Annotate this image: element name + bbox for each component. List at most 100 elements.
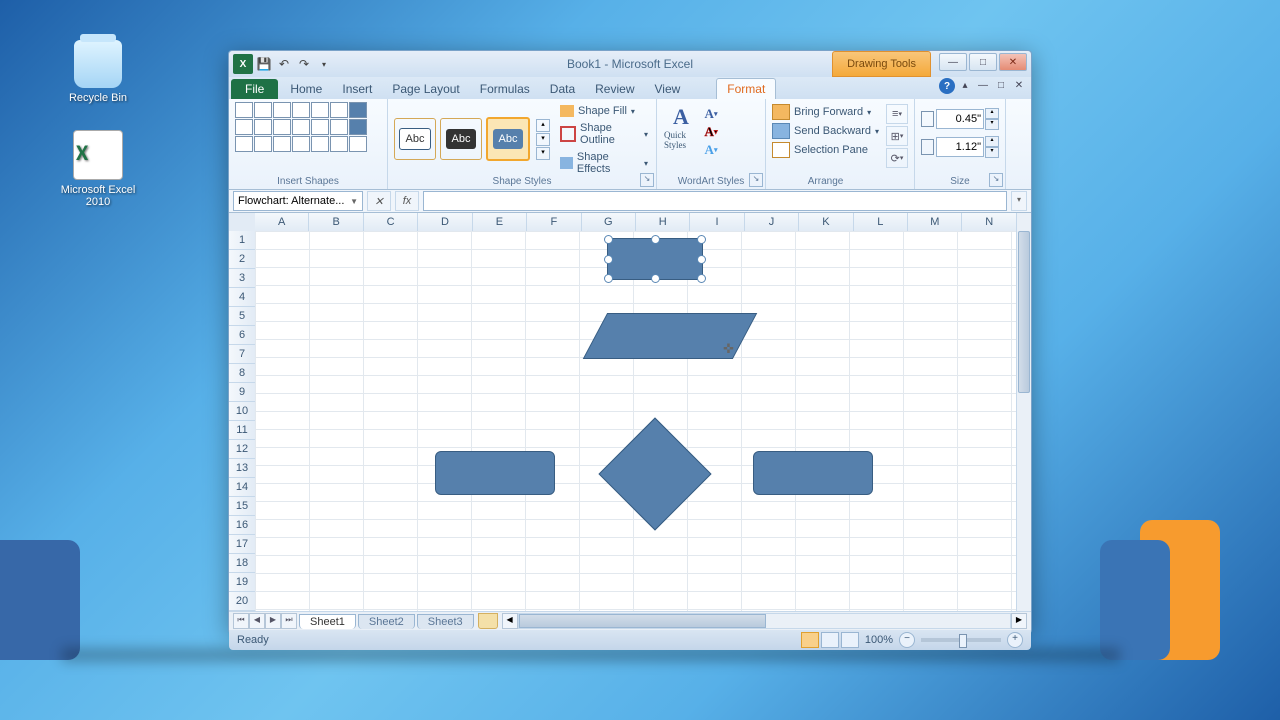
gallery-up-icon[interactable]: ▴ xyxy=(536,119,550,132)
text-outline-icon[interactable]: A▾ xyxy=(701,124,721,139)
col-header[interactable]: G xyxy=(582,213,636,231)
text-effects-icon[interactable]: A▾ xyxy=(701,142,721,157)
col-header[interactable]: K xyxy=(799,213,853,231)
page-break-view-button[interactable] xyxy=(841,632,859,648)
minimize-button[interactable]: — xyxy=(939,53,967,71)
row-header[interactable]: 14 xyxy=(229,478,255,497)
col-header[interactable]: L xyxy=(854,213,908,231)
worksheet[interactable]: ABCDEFGHIJKLMN 1234567891011121314151617… xyxy=(229,213,1031,611)
shape-styles-launcher-icon[interactable]: ↘ xyxy=(640,173,654,187)
name-box-dropdown-icon[interactable]: ▼ xyxy=(350,197,358,206)
titlebar[interactable]: X 💾 ↶ ↷ ▾ Book1 - Microsoft Excel Drawin… xyxy=(229,51,1031,77)
column-headers[interactable]: ABCDEFGHIJKLMN xyxy=(255,213,1017,232)
text-fill-icon[interactable]: A▾ xyxy=(701,106,721,121)
row-header[interactable]: 17 xyxy=(229,535,255,554)
close-button[interactable]: ✕ xyxy=(999,53,1027,71)
row-header[interactable]: 4 xyxy=(229,288,255,307)
sheet-nav-prev-icon[interactable]: ◀ xyxy=(249,613,265,629)
bring-forward-button[interactable]: Bring Forward ▾ xyxy=(772,104,879,120)
excel-shortcut[interactable]: Microsoft Excel 2010 xyxy=(58,130,138,208)
row-header[interactable]: 7 xyxy=(229,345,255,364)
row-header[interactable]: 16 xyxy=(229,516,255,535)
send-backward-button[interactable]: Send Backward ▾ xyxy=(772,123,879,139)
rotate-button[interactable]: ⟳▾ xyxy=(886,148,908,168)
sheet-nav-last-icon[interactable]: ⏭ xyxy=(281,613,297,629)
gallery-more-icon[interactable]: ▾ xyxy=(536,147,550,160)
col-header[interactable]: E xyxy=(473,213,527,231)
col-header[interactable]: C xyxy=(364,213,418,231)
col-header[interactable]: N xyxy=(962,213,1016,231)
row-header[interactable]: 10 xyxy=(229,402,255,421)
ribbon-minimize-icon[interactable]: ▴ xyxy=(957,78,973,92)
help-icon[interactable]: ? xyxy=(939,78,955,94)
hscroll-right-icon[interactable]: ▶ xyxy=(1011,613,1027,629)
doc-restore-button[interactable]: □ xyxy=(993,78,1009,92)
row-header[interactable]: 12 xyxy=(229,440,255,459)
shape-styles-gallery[interactable]: Abc Abc Abc ▴ ▾ ▾ xyxy=(394,102,550,176)
sheet-tab-1[interactable]: Sheet1 xyxy=(299,614,356,629)
doc-minimize-button[interactable]: — xyxy=(975,78,991,92)
undo-icon[interactable]: ↶ xyxy=(275,55,293,73)
redo-icon[interactable]: ↷ xyxy=(295,55,313,73)
shape-process-right[interactable] xyxy=(753,451,873,495)
zoom-in-button[interactable]: + xyxy=(1007,632,1023,648)
row-header[interactable]: 6 xyxy=(229,326,255,345)
shape-decision[interactable] xyxy=(615,434,695,514)
recycle-bin[interactable]: Recycle Bin xyxy=(58,40,138,104)
vertical-scrollbar[interactable] xyxy=(1016,213,1031,611)
tab-review[interactable]: Review xyxy=(585,79,644,99)
col-header[interactable]: A xyxy=(255,213,309,231)
row-header[interactable]: 3 xyxy=(229,269,255,288)
horizontal-scrollbar[interactable] xyxy=(518,613,1011,629)
col-header[interactable]: B xyxy=(309,213,363,231)
tab-formulas[interactable]: Formulas xyxy=(470,79,540,99)
tab-home[interactable]: Home xyxy=(280,79,332,99)
height-down-icon[interactable]: ▾ xyxy=(985,119,999,130)
zoom-out-button[interactable]: − xyxy=(899,632,915,648)
sheet-nav-next-icon[interactable]: ▶ xyxy=(265,613,281,629)
formula-bar[interactable] xyxy=(423,191,1007,211)
col-header[interactable]: J xyxy=(745,213,799,231)
cancel-formula-icon[interactable]: ✕ xyxy=(367,191,391,211)
tab-page-layout[interactable]: Page Layout xyxy=(382,79,469,99)
row-header[interactable]: 20 xyxy=(229,592,255,611)
maximize-button[interactable]: □ xyxy=(969,53,997,71)
expand-formula-bar-icon[interactable]: ▾ xyxy=(1011,191,1027,211)
height-up-icon[interactable]: ▴ xyxy=(985,108,999,119)
name-box[interactable]: Flowchart: Alternate...▼ xyxy=(233,191,363,211)
qat-dropdown-icon[interactable]: ▾ xyxy=(315,55,333,73)
row-header[interactable]: 19 xyxy=(229,573,255,592)
hscroll-left-icon[interactable]: ◀ xyxy=(502,613,518,629)
width-down-icon[interactable]: ▾ xyxy=(985,147,999,158)
shape-fill-button[interactable]: Shape Fill ▾ xyxy=(558,104,650,118)
row-header[interactable]: 13 xyxy=(229,459,255,478)
tab-view[interactable]: View xyxy=(645,79,691,99)
new-sheet-button[interactable] xyxy=(478,613,498,629)
col-header[interactable]: F xyxy=(527,213,581,231)
insert-function-icon[interactable]: fx xyxy=(395,191,419,211)
row-header[interactable]: 18 xyxy=(229,554,255,573)
tab-format[interactable]: Format xyxy=(716,78,776,99)
hscroll-thumb[interactable] xyxy=(519,614,767,628)
row-header[interactable]: 2 xyxy=(229,250,255,269)
sheet-tab-3[interactable]: Sheet3 xyxy=(417,614,474,629)
insert-shapes-gallery[interactable] xyxy=(235,102,381,151)
col-header[interactable]: D xyxy=(418,213,472,231)
row-header[interactable]: 8 xyxy=(229,364,255,383)
doc-close-button[interactable]: ✕ xyxy=(1011,78,1027,92)
shape-effects-button[interactable]: Shape Effects ▾ xyxy=(558,150,650,176)
zoom-slider[interactable] xyxy=(921,638,1001,642)
select-all-corner[interactable] xyxy=(229,213,256,232)
shape-outline-button[interactable]: Shape Outline ▾ xyxy=(558,121,650,147)
col-header[interactable]: H xyxy=(636,213,690,231)
gallery-down-icon[interactable]: ▾ xyxy=(536,133,550,146)
tab-insert[interactable]: Insert xyxy=(332,79,382,99)
row-headers[interactable]: 123456789101112131415161718192021 xyxy=(229,231,256,611)
row-header[interactable]: 1 xyxy=(229,231,255,250)
sheet-nav-first-icon[interactable]: ⏮ xyxy=(233,613,249,629)
shape-process-left[interactable] xyxy=(435,451,555,495)
zoom-level[interactable]: 100% xyxy=(865,634,893,646)
quick-styles-button[interactable]: AQuick Styles xyxy=(663,106,699,148)
selection-pane-button[interactable]: Selection Pane xyxy=(772,142,879,158)
vscroll-thumb[interactable] xyxy=(1018,231,1030,393)
